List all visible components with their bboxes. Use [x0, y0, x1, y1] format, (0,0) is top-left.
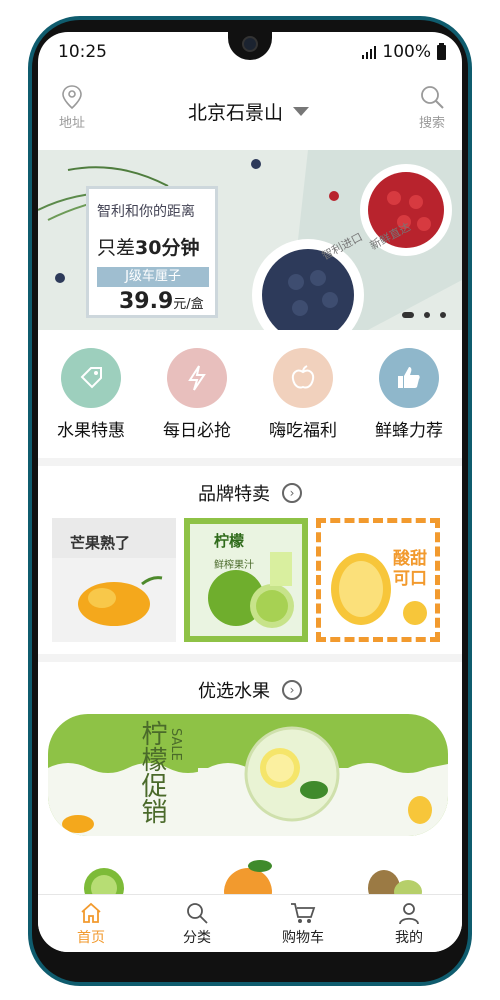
phone-screen: 10:25 100% 地址 北京石景山 搜索 智利和你的距离 只差30分钟 J级…	[38, 32, 462, 952]
bottom-nav: 首页 分类 购物车 我的	[38, 894, 462, 952]
brand-section-title: 品牌特卖	[198, 484, 270, 505]
banner-price: 39.9元/盒	[119, 289, 204, 314]
nav-home[interactable]: 首页	[38, 895, 144, 952]
banner-card: 智利和你的距离 只差30分钟 J级车厘子 39.9元/盒	[86, 186, 218, 318]
carousel-dot[interactable]	[402, 312, 414, 318]
section-divider	[38, 458, 462, 466]
brand-item-sweet[interactable]: 酸甜可口	[316, 518, 440, 642]
fruit-preview-images	[84, 860, 422, 916]
lemon-promo-illustration	[48, 726, 448, 836]
brand-item-text: 酸甜可口	[393, 549, 427, 589]
fruit-preview-row	[38, 852, 462, 916]
location-pin-icon	[62, 85, 82, 110]
chevron-right-icon: ›	[282, 483, 302, 503]
location-label: 地址	[58, 116, 85, 131]
city-name: 北京石景山	[188, 102, 284, 124]
banner-time-text: 只差30分钟	[97, 237, 200, 259]
brand-item-text: 柠檬	[214, 532, 245, 550]
category-label: 嗨吃福利	[269, 421, 337, 441]
nav-profile[interactable]: 我的	[356, 895, 462, 952]
battery-icon	[437, 42, 446, 60]
search-icon	[421, 86, 444, 109]
search-label: 搜索	[418, 116, 445, 131]
signal-icon	[362, 45, 377, 59]
tag-icon	[61, 348, 121, 408]
city-selector[interactable]: 北京石景山	[188, 98, 310, 125]
nav-label: 分类	[183, 930, 211, 946]
front-camera-icon	[242, 36, 258, 52]
banner-grade-tag: J级车厘子	[97, 267, 209, 287]
promo-title: 柠檬促销	[137, 720, 167, 824]
category-label: 每日必抢	[163, 421, 231, 441]
brand-item-sub: 鲜榨果汁	[214, 560, 254, 571]
category-row: 水果特惠 每日必抢 嗨吃福利 鲜蜂力荐	[38, 340, 462, 450]
lime-image	[208, 552, 294, 628]
status-time: 10:25	[58, 42, 107, 62]
category-label: 鲜蜂力荐	[375, 421, 443, 441]
brand-section-header[interactable]: 品牌特卖 ›	[38, 480, 462, 506]
chevron-right-icon: ›	[282, 680, 302, 700]
section-divider	[38, 654, 462, 662]
nav-label: 我的	[395, 930, 423, 946]
search-button[interactable]: 搜索	[402, 84, 462, 131]
carousel-dot[interactable]	[424, 312, 430, 318]
top-bar: 地址 北京石景山 搜索	[38, 84, 462, 146]
fruit-section-header[interactable]: 优选水果 ›	[38, 677, 462, 703]
dropdown-caret-icon	[293, 107, 310, 116]
apple-icon	[273, 348, 333, 408]
brand-item-lemon[interactable]: 柠檬 鲜榨果汁	[184, 518, 308, 642]
category-label: 水果特惠	[57, 421, 125, 441]
fruit-section-title: 优选水果	[198, 681, 270, 702]
nav-category[interactable]: 分类	[144, 895, 250, 952]
carousel-dots	[402, 312, 446, 318]
category-daily-deals[interactable]: 每日必抢	[144, 340, 250, 450]
cart-icon	[291, 903, 316, 923]
promo-sub: SALE	[168, 728, 183, 761]
brand-item-mango[interactable]: 芒果熟了	[52, 518, 176, 642]
thumbs-up-icon	[379, 348, 439, 408]
carousel-dot[interactable]	[440, 312, 446, 318]
home-icon	[81, 902, 101, 923]
brand-list: 芒果熟了 柠檬 鲜榨果汁 酸甜可口	[52, 518, 448, 642]
promo-banner[interactable]: 智利和你的距离 只差30分钟 J级车厘子 39.9元/盒 智利进口 新鲜直达	[38, 150, 462, 330]
status-right: 100%	[362, 42, 446, 62]
banner-headline: 智利和你的距离	[97, 204, 195, 220]
category-fruit-deals[interactable]: 水果特惠	[38, 340, 144, 450]
lightning-icon	[167, 348, 227, 408]
battery-percent: 100%	[382, 42, 431, 62]
category-recommended[interactable]: 鲜蜂力荐	[356, 340, 462, 450]
nav-cart[interactable]: 购物车	[250, 895, 356, 952]
category-snack-benefits[interactable]: 嗨吃福利	[250, 340, 356, 450]
nav-label: 首页	[77, 930, 105, 946]
search-icon	[187, 903, 208, 924]
location-button[interactable]: 地址	[42, 84, 102, 131]
lemon-promo-banner[interactable]: 柠檬促销 SALE	[48, 714, 448, 836]
user-icon	[399, 903, 419, 925]
nav-label: 购物车	[282, 930, 324, 946]
brand-item-text: 芒果熟了	[70, 534, 131, 552]
